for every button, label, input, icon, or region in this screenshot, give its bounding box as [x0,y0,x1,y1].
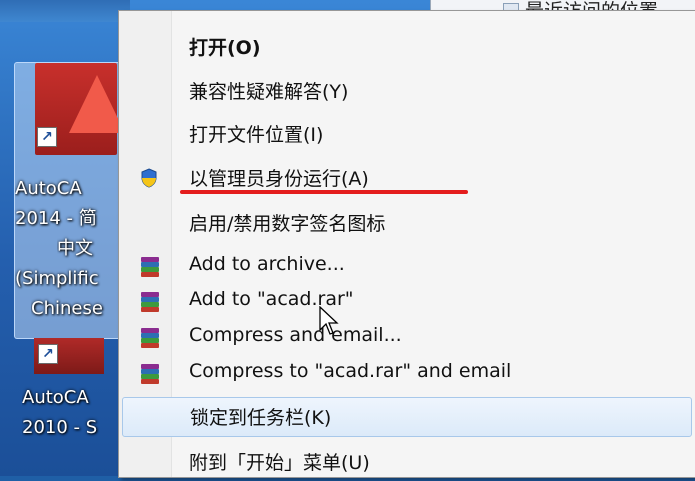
winrar-icon [140,257,160,279]
menu-item-add-to-archive[interactable]: Add to archive... [122,248,690,286]
context-menu: 打开(O) 兼容性疑难解答(Y) 打开文件位置(I) 以管理员身份运行(A) 启… [118,10,695,478]
menu-item-compress-to-acad-rar-and-email[interactable]: Compress to "acad.rar" and email [122,355,690,393]
winrar-icon [140,292,160,314]
menu-item-label: 打开文件位置(I) [189,124,324,146]
icon-label-line: AutoCA [15,178,82,199]
menu-item-label: 兼容性疑难解答(Y) [189,81,349,103]
menu-item-compat-troubleshoot[interactable]: 兼容性疑难解答(Y) [122,72,690,110]
menu-item-label: 附到「开始」菜单(U) [189,452,370,474]
shortcut-arrow-icon: ↗ [37,127,57,147]
winrar-icon [140,328,160,350]
menu-item-label: 打开(O) [189,37,261,59]
menu-item-label: Add to archive... [189,253,345,275]
menu-item-add-to-acad-rar[interactable]: Add to "acad.rar" [122,283,690,321]
menu-item-digital-signature[interactable]: 启用/禁用数字签名图标 [122,204,690,242]
menu-item-pin-to-start-menu[interactable]: 附到「开始」菜单(U) [122,443,690,481]
shortcut-arrow-icon: ↗ [38,344,58,364]
menu-item-label: Compress and email... [189,324,402,346]
menu-item-open-file-location[interactable]: 打开文件位置(I) [122,115,690,153]
menu-item-compress-and-email[interactable]: Compress and email... [122,319,690,357]
taskbar-fragment [0,0,130,22]
menu-item-open[interactable]: 打开(O) [122,28,690,66]
uac-shield-icon [141,168,157,188]
menu-item-label: 锁定到任务栏(K) [190,407,332,429]
icon-label-line: (Simplific [15,268,99,289]
menu-item-label: 以管理员身份运行(A) [189,168,369,190]
desktop-icon-autocad-2014[interactable]: ↗ AutoCA 2014 - 简 中文 (Simplific Chinese [14,62,125,339]
icon-label-line: 2014 - 简 [15,208,97,229]
red-annotation-underline [180,190,468,194]
menu-item-pin-to-taskbar[interactable]: 锁定到任务栏(K) [122,397,692,437]
menu-item-label: Compress to "acad.rar" and email [189,360,512,382]
mouse-pointer-icon [319,306,339,335]
menu-item-label: 启用/禁用数字签名图标 [189,213,386,235]
winrar-icon [140,364,160,386]
